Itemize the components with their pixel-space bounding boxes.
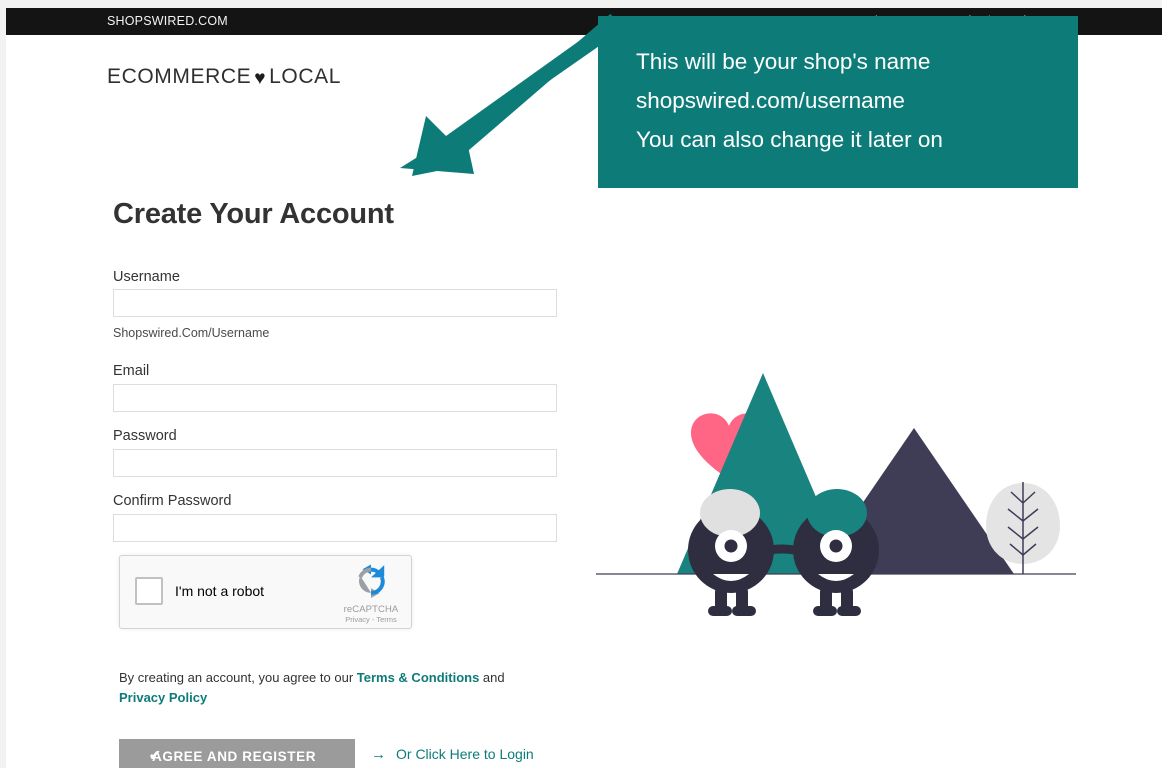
email-input[interactable]: [113, 384, 557, 412]
password-input[interactable]: [113, 449, 557, 477]
heart-icon: ♥: [254, 68, 267, 89]
logo-text-right: LOCAL: [269, 65, 342, 88]
terms-agreement-text: By creating an account, you agree to our…: [119, 668, 549, 708]
confirm-password-input[interactable]: [113, 514, 557, 542]
terms-conjunction: and: [479, 670, 505, 685]
go-to-login-label: Or Click Here to Login: [396, 746, 534, 762]
annotation-callout: This will be your shop's name shopswired…: [598, 16, 1078, 188]
check-icon: ✔: [149, 747, 162, 763]
site-logo[interactable]: ECOMMERCE ♥ LOCAL: [107, 65, 341, 90]
recaptcha-legal-text: Privacy - Terms: [345, 615, 397, 624]
annotation-line-1: This will be your shop's name: [636, 49, 931, 74]
username-label: Username: [113, 269, 180, 285]
recaptcha-brand-text: reCAPTCHA: [343, 604, 399, 615]
arrow-right-icon: →: [371, 746, 386, 763]
annotation-text: This will be your shop's name shopswired…: [636, 42, 943, 159]
logo-text-left: ECOMMERCE: [107, 65, 252, 88]
password-label: Password: [113, 428, 177, 444]
email-label: Email: [113, 363, 150, 379]
privacy-policy-link[interactable]: Privacy Policy: [119, 690, 207, 705]
recaptcha-widget[interactable]: I'm not a robot reCAPTCHA Privacy - Term…: [119, 555, 412, 629]
signup-illustration: [596, 358, 1076, 628]
hat-left: [700, 489, 760, 537]
terms-conditions-link[interactable]: Terms & Conditions: [357, 670, 480, 685]
go-to-login-link[interactable]: → Or Click Here to Login: [371, 746, 534, 763]
page-viewport: SHOPSWIRED.COM Shop Owner? Login | Regis…: [6, 8, 1162, 768]
terms-prefix: By creating an account, you agree to our: [119, 670, 357, 685]
hat-right: [807, 489, 867, 537]
annotation-line-3: You can also change it later on: [636, 127, 943, 152]
recaptcha-label: I'm not a robot: [175, 583, 265, 599]
recaptcha-checkbox[interactable]: [135, 577, 163, 605]
agree-and-register-button[interactable]: ✔ AGREE AND REGISTER: [119, 739, 355, 768]
recaptcha-logo-icon: [358, 564, 385, 598]
username-help-text: Shopswired.Com/Username: [113, 326, 270, 340]
site-domain-label: SHOPSWIRED.COM: [107, 14, 228, 28]
browser-page: SHOPSWIRED.COM Shop Owner? Login | Regis…: [0, 0, 1162, 768]
username-input[interactable]: [113, 289, 557, 317]
annotation-line-2: shopswired.com/username: [636, 88, 905, 113]
recaptcha-branding: reCAPTCHA Privacy - Terms: [341, 564, 401, 624]
page-title: Create Your Account: [113, 198, 394, 230]
agree-and-register-label: AGREE AND REGISTER: [152, 749, 317, 764]
confirm-password-label: Confirm Password: [113, 493, 232, 509]
main-content: Create Your Account Username Shopswired.…: [6, 130, 1162, 768]
